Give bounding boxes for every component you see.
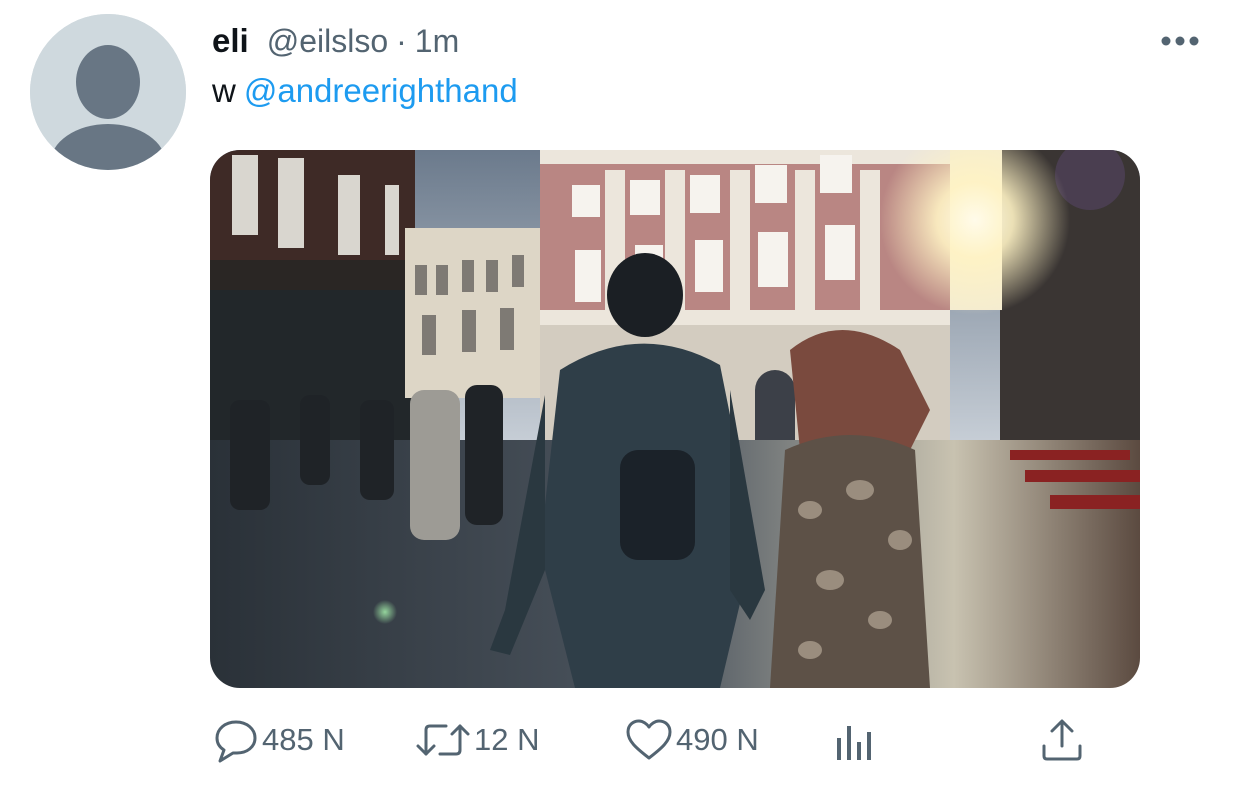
- like-count: 490 N: [676, 722, 759, 757]
- separator-dot: ·: [396, 23, 407, 59]
- analytics-icon: [837, 726, 871, 760]
- display-name[interactable]: eli: [212, 22, 249, 60]
- mention-link[interactable]: @andreerighthand: [244, 72, 518, 109]
- share-icon: [1042, 719, 1082, 761]
- share-button[interactable]: [1038, 712, 1086, 768]
- reply-count: 485 N: [262, 722, 345, 757]
- tweet-photo[interactable]: [210, 150, 1140, 688]
- more-horizontal-icon: [1161, 36, 1199, 46]
- default-profile-icon: [30, 14, 186, 170]
- photo-image: [210, 150, 1140, 688]
- reply-icon: [215, 720, 257, 763]
- heart-icon: [626, 719, 672, 760]
- retweet-count: 12 N: [474, 722, 540, 757]
- tweet-action-bar: 485 N 12 N 490 N: [0, 712, 1242, 772]
- user-handle[interactable]: @eilslso: [267, 23, 388, 60]
- tweet-header: eli @eilslso · 1m: [212, 22, 459, 60]
- tweet-text: w @andreerighthand: [212, 72, 518, 110]
- tweet-text-prefix: w: [212, 72, 236, 109]
- reply-button[interactable]: 485 N: [212, 712, 345, 768]
- analytics-button[interactable]: [832, 712, 880, 768]
- avatar[interactable]: [30, 14, 186, 170]
- retweet-icon: [416, 724, 470, 756]
- like-button[interactable]: 490 N: [624, 712, 759, 768]
- more-options-button[interactable]: [1158, 30, 1202, 52]
- retweet-button[interactable]: 12 N: [414, 712, 539, 768]
- timestamp[interactable]: 1m: [415, 23, 459, 60]
